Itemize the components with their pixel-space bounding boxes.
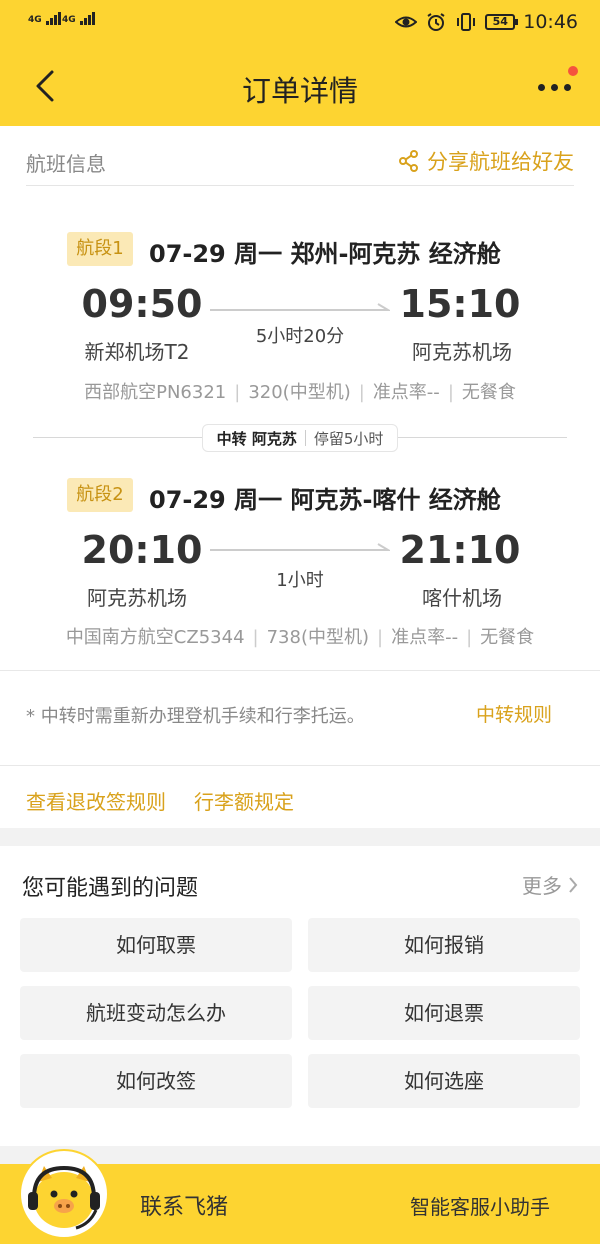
- departure-time: 20:10: [81, 528, 203, 572]
- page-title: 订单详情: [241, 74, 358, 108]
- arrival-time: 15:10: [399, 282, 521, 326]
- divider: [0, 670, 600, 671]
- segment-headline: 07-29 周一 阿克苏-喀什 经济舱: [149, 486, 501, 514]
- share-flight-button[interactable]: 分享航班给好友: [399, 146, 574, 176]
- battery-icon: 54: [485, 14, 519, 30]
- departure-airport: 阿克苏机场: [87, 586, 187, 610]
- faq-title: 您可能遇到的问题: [22, 876, 199, 901]
- nav-bar: 订单详情: [0, 46, 600, 126]
- smart-assistant-button[interactable]: 智能客服小助手: [410, 1191, 550, 1220]
- departure-airport: 新郑机场T2: [84, 340, 190, 364]
- flight-info-header: 航班信息 分享航班给好友: [26, 126, 574, 186]
- layover-duration: 停留5小时: [313, 429, 384, 448]
- faq-more-label: 更多: [522, 874, 562, 898]
- meal-info: 无餐食: [480, 627, 535, 648]
- transfer-rule-link[interactable]: 中转规则: [476, 700, 552, 727]
- aircraft-type: 320(中型机): [248, 382, 351, 403]
- eye-icon: [395, 16, 418, 28]
- departure-time: 09:50: [81, 282, 203, 326]
- aircraft-type: 738(中型机): [266, 627, 370, 648]
- mascot-avatar-icon[interactable]: [18, 1148, 110, 1240]
- rules-links: 查看退改签规则 行李额规定: [0, 766, 600, 828]
- on-time-rate: 准点率--: [372, 382, 440, 403]
- segment-headline: 07-29 周一 郑州-阿克苏 经济舱: [149, 240, 501, 268]
- flight-card: 航班信息 分享航班给好友 航段1 07-29 周一 郑州-阿克苏 经济舱 09:…: [0, 126, 600, 766]
- airline-flight-no: 中国南方航空CZ5344: [65, 627, 245, 648]
- signal-icon: 4G: [28, 12, 62, 25]
- refund-change-rules-link[interactable]: 查看退改签规则: [26, 786, 166, 815]
- arrival-time: 21:10: [399, 528, 521, 572]
- contact-fliggy-button[interactable]: 联系飞猪: [140, 1189, 228, 1221]
- meal-info: 无餐食: [461, 382, 516, 403]
- arrival-airport: 阿克苏机场: [412, 340, 512, 364]
- faq-item-reimbursement[interactable]: 如何报销: [308, 918, 580, 972]
- share-label: 分享航班给好友: [427, 150, 574, 174]
- on-time-rate: 准点率--: [391, 627, 459, 648]
- arrival-airport: 喀什机场: [422, 586, 502, 610]
- vibrate-icon: [457, 13, 476, 31]
- faq-item-rebook[interactable]: 如何改签: [20, 1054, 292, 1108]
- transfer-notice: * 中转时需重新办理登机手续和行李托运。: [26, 706, 365, 727]
- header: 4G 4G 54 10:46 订单详情: [0, 0, 600, 126]
- alarm-icon: [427, 13, 445, 31]
- flight-details: 西部航空PN6321 | 320(中型机) | 准点率-- | 无餐食: [84, 382, 516, 403]
- signal-icon: 4G: [62, 12, 96, 25]
- segment-badge: 航段2: [67, 478, 133, 512]
- signal-type-1: 4G: [28, 15, 42, 25]
- faq-item-seat-selection[interactable]: 如何选座: [308, 1054, 580, 1108]
- arrow-icon: [210, 543, 390, 551]
- airline-flight-no: 西部航空PN6321: [84, 382, 227, 403]
- status-bar: 4G 4G 54 10:46: [0, 0, 600, 46]
- faq-item-flight-change[interactable]: 航班变动怎么办: [20, 986, 292, 1040]
- arrow-icon: [210, 303, 390, 311]
- transfer-info: 中转 阿克苏 停留5小时: [202, 424, 398, 452]
- segment-badge: 航段1: [67, 232, 133, 266]
- faq-section: 您可能遇到的问题 更多 如何取票 如何报销 航班变动怎么办 如何退票 如何改签 …: [0, 846, 600, 1146]
- flight-details: 中国南方航空CZ5344 | 738(中型机) | 准点率-- | 无餐食: [65, 627, 535, 648]
- transfer-city: 中转 阿克苏: [216, 429, 297, 448]
- flight-info-title: 航班信息: [26, 152, 106, 176]
- notification-dot: [568, 66, 578, 76]
- baggage-rules-link[interactable]: 行李额规定: [194, 786, 294, 815]
- share-icon: [399, 150, 418, 172]
- faq-item-refund[interactable]: 如何退票: [308, 986, 580, 1040]
- faq-more-link[interactable]: 更多: [522, 870, 578, 899]
- chevron-right-icon: [569, 876, 578, 893]
- signal-type-2: 4G: [62, 15, 76, 25]
- clock: 10:46: [523, 11, 578, 33]
- faq-item-ticket-pickup[interactable]: 如何取票: [20, 918, 292, 972]
- more-menu-button[interactable]: [538, 66, 578, 102]
